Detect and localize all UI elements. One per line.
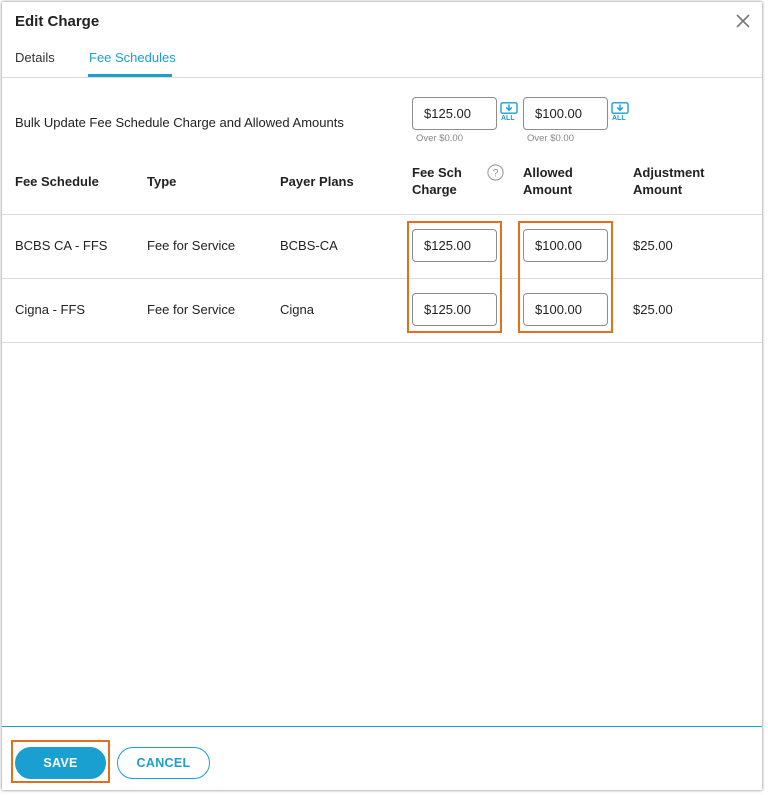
download-icon	[500, 102, 518, 114]
row-fee-schedule: BCBS CA - FFS	[15, 238, 108, 253]
header-adjustment-amount: Adjustment Amount	[633, 164, 705, 198]
dialog-title: Edit Charge	[15, 13, 100, 30]
apply-all-label: ALL	[612, 115, 626, 122]
tab-details[interactable]: Details	[15, 50, 55, 65]
row-divider	[2, 342, 762, 343]
save-button[interactable]: SAVE	[15, 747, 106, 779]
row-payer-plans: BCBS-CA	[280, 238, 338, 253]
header-type: Type	[147, 174, 177, 189]
download-icon	[611, 102, 629, 114]
bulk-allowed-hint: Over $0.00	[527, 133, 574, 144]
apply-all-charge-button[interactable]: ALL	[500, 102, 518, 124]
edit-charge-dialog: Edit Charge Details Fee Schedules Bulk U…	[2, 2, 762, 790]
header-allowed-line1: Allowed	[523, 165, 573, 180]
header-adjustment-line2: Amount	[633, 182, 683, 197]
row-adjustment: $25.00	[633, 302, 673, 317]
header-fee-sch-charge-line1: Fee Sch	[412, 165, 462, 180]
svg-text:?: ?	[492, 167, 498, 179]
header-payer-plans: Payer Plans	[280, 174, 354, 189]
allowed-column-highlight	[518, 221, 613, 333]
apply-all-label: ALL	[501, 115, 515, 122]
charge-column-highlight	[407, 221, 502, 333]
header-adjustment-line1: Adjustment	[633, 165, 705, 180]
table-header-divider	[2, 214, 762, 215]
footer-divider	[2, 726, 762, 727]
bulk-charge-input[interactable]: $125.00	[412, 97, 497, 130]
header-allowed-amount: Allowed Amount	[523, 164, 573, 198]
header-fee-sch-charge: Fee Sch Charge	[412, 164, 462, 198]
bulk-allowed-input[interactable]: $100.00	[523, 97, 608, 130]
tab-fee-schedules[interactable]: Fee Schedules	[89, 50, 176, 65]
help-icon[interactable]: ?	[487, 164, 504, 181]
header-fee-sch-charge-line2: Charge	[412, 182, 457, 197]
row-fee-schedule: Cigna - FFS	[15, 302, 86, 317]
row-divider	[2, 278, 762, 279]
row-adjustment: $25.00	[633, 238, 673, 253]
bulk-charge-hint: Over $0.00	[416, 133, 463, 144]
cancel-button[interactable]: CANCEL	[117, 747, 210, 779]
row-type: Fee for Service	[147, 238, 236, 253]
header-allowed-line2: Amount	[523, 182, 573, 197]
header-fee-schedule: Fee Schedule	[15, 174, 99, 189]
bulk-update-label: Bulk Update Fee Schedule Charge and Allo…	[15, 115, 344, 130]
apply-all-allowed-button[interactable]: ALL	[611, 102, 629, 124]
row-payer-plans: Cigna	[280, 302, 314, 317]
row-type: Fee for Service	[147, 302, 236, 317]
tabs-divider	[2, 77, 762, 78]
close-icon[interactable]	[734, 12, 752, 30]
